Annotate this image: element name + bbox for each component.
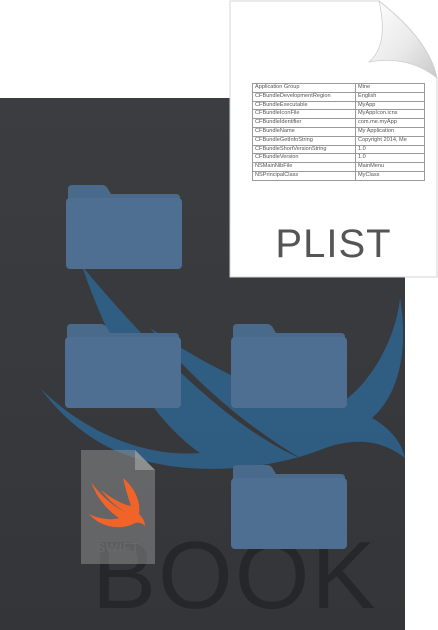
plist-key: CFBundleName [252, 126, 356, 137]
plist-value: English [355, 91, 425, 102]
plist-row: CFBundleDevelopmentRegion English [252, 91, 425, 102]
plist-value: com.me.myApp [355, 118, 425, 128]
plist-row: NSMainNibFile MainMenu [252, 162, 425, 172]
folder-icon[interactable] [229, 463, 349, 551]
plist-value: 1.0 [355, 153, 425, 164]
plist-row: NSPrincipalClass MyClass [252, 170, 425, 181]
plist-row: Application Group Mine [252, 83, 425, 93]
swift-file-icon[interactable]: SWIFT [79, 448, 157, 566]
folder-icon[interactable] [64, 183, 184, 271]
plist-value: My Application [355, 126, 425, 137]
plist-key: CFBundleIdentifier [252, 118, 356, 128]
plist-row: CFBundleExecutable MyApp [252, 100, 425, 111]
plist-key: Application Group [252, 83, 356, 93]
folder-icon[interactable] [63, 322, 183, 410]
plist-value: Copyright 2014, Me [355, 135, 425, 146]
plist-value: MyClass [355, 170, 425, 181]
plist-row: CFBundleVersion 1.0 [252, 153, 425, 164]
plist-table: Application Group Mine CFBundleDevelopment… [252, 83, 425, 181]
plist-row: CFBundleName My Application [252, 126, 425, 137]
plist-key: CFBundleDevelopmentRegion [252, 91, 356, 102]
folder-icon[interactable] [229, 322, 349, 410]
plist-row: CFBundleIconFile MyAppIcon.icns [252, 109, 425, 120]
plist-value: MainMenu [355, 162, 425, 172]
plist-value: MyAppIcon.icns [355, 109, 425, 120]
plist-row: CFBundleIdentifier com.me.myApp [252, 118, 425, 128]
plist-key: CFBundleGetInfoString [252, 135, 356, 146]
plist-key: CFBundleIconFile [252, 109, 356, 120]
plist-file-icon[interactable]: Application Group Mine CFBundleDevelopment… [229, 0, 438, 278]
plist-value: MyApp [355, 100, 425, 111]
plist-value: Mine [355, 83, 425, 93]
plist-file-label: PLIST [275, 222, 392, 266]
swift-file-label: SWIFT [96, 540, 140, 555]
plist-value: 1.0 [355, 144, 425, 155]
plist-key: CFBundleShortVersionString [252, 144, 356, 155]
plist-row: CFBundleShortVersionString 1.0 [252, 144, 425, 155]
plist-row: CFBundleGetInfoString Copyright 2014, Me [252, 135, 425, 146]
plist-key: CFBundleExecutable [252, 100, 356, 111]
plist-key: NSMainNibFile [252, 162, 356, 172]
plist-key: NSPrincipalClass [252, 170, 356, 181]
plist-key: CFBundleVersion [252, 153, 356, 164]
